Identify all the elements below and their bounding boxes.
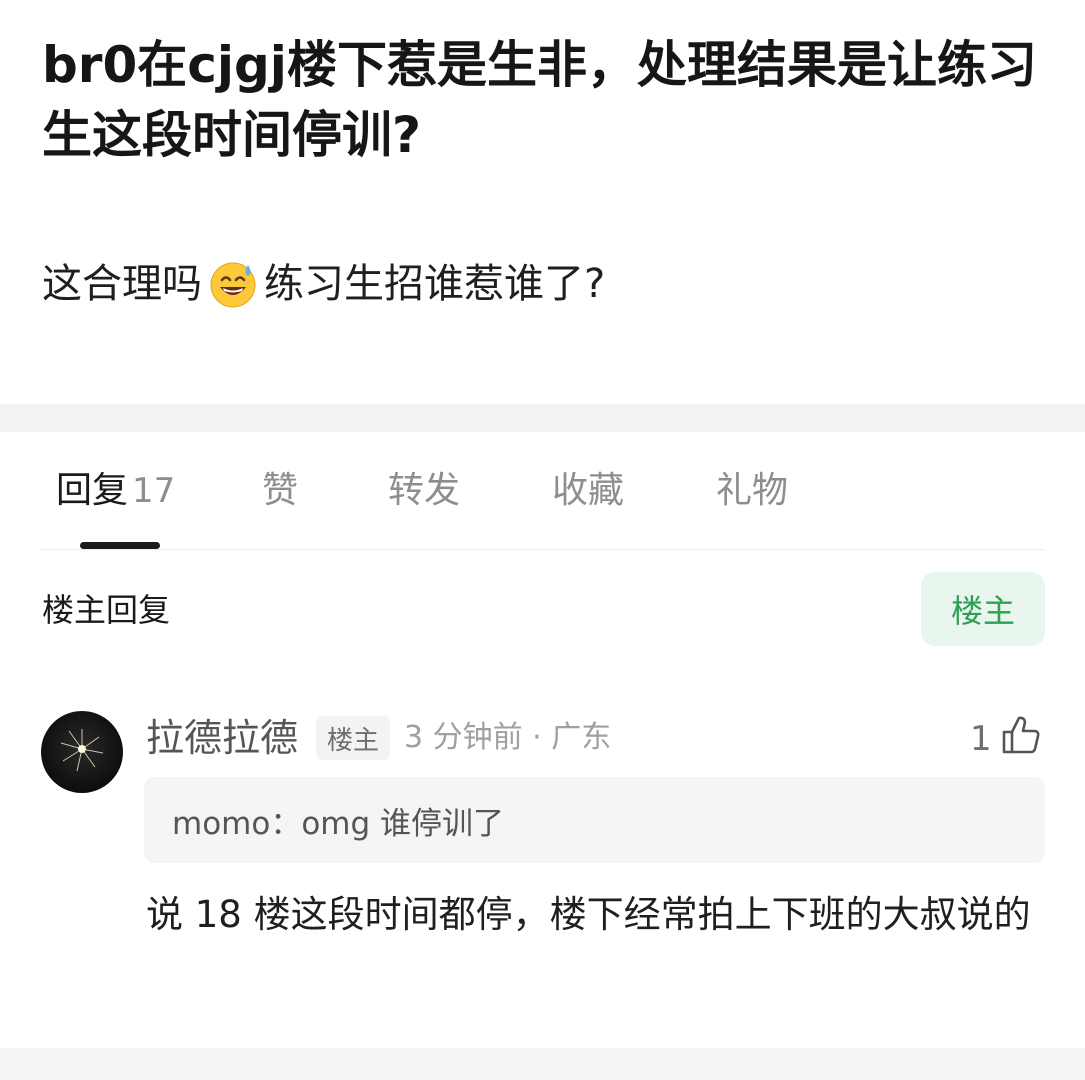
- quoted-reply: momo：omg 谁停训了: [144, 777, 1045, 863]
- tab-replies-label: 回复: [56, 470, 129, 511]
- tab-reposts[interactable]: 转发: [388, 468, 460, 514]
- post-body-text-after: 练习生招谁惹谁了?: [264, 261, 606, 307]
- reply-tabs: 回复 17 赞 转发 收藏 礼物: [40, 432, 1045, 550]
- thumbs-up-icon[interactable]: [998, 710, 1046, 758]
- avatar[interactable]: [41, 711, 123, 793]
- bottom-separator: [0, 1048, 1085, 1080]
- tab-replies-count: 17: [132, 471, 176, 511]
- tab-replies[interactable]: 回复 17: [56, 468, 175, 514]
- reply-meta: 3 分钟前 · 广东: [404, 720, 612, 755]
- reply-text: 说 18 楼这段时间都停，楼下经常拍上下班的大叔说的: [146, 893, 1031, 936]
- tab-gifts[interactable]: 礼物: [716, 468, 788, 514]
- op-filter-button[interactable]: 楼主: [921, 572, 1045, 646]
- tab-favorites[interactable]: 收藏: [552, 468, 624, 514]
- op-badge: 楼主: [316, 716, 390, 760]
- active-tab-indicator: [80, 542, 160, 549]
- grinning-face-with-sweat-icon: [210, 262, 256, 308]
- tab-likes[interactable]: 赞: [262, 468, 298, 514]
- section-label: 楼主回复: [42, 591, 171, 629]
- post-title: br0在cjgj楼下惹是生非，处理结果是让练习生这段时间停训?: [42, 36, 1037, 164]
- post-body-text-before: 这合理吗: [42, 261, 202, 307]
- like-count: 1: [970, 719, 992, 759]
- section-divider: [0, 404, 1085, 432]
- reply-username[interactable]: 拉德拉德: [146, 712, 298, 764]
- firework-avatar-image: [60, 729, 104, 772]
- post-body: 这合理吗 练习生招谁惹谁了?: [42, 252, 1042, 316]
